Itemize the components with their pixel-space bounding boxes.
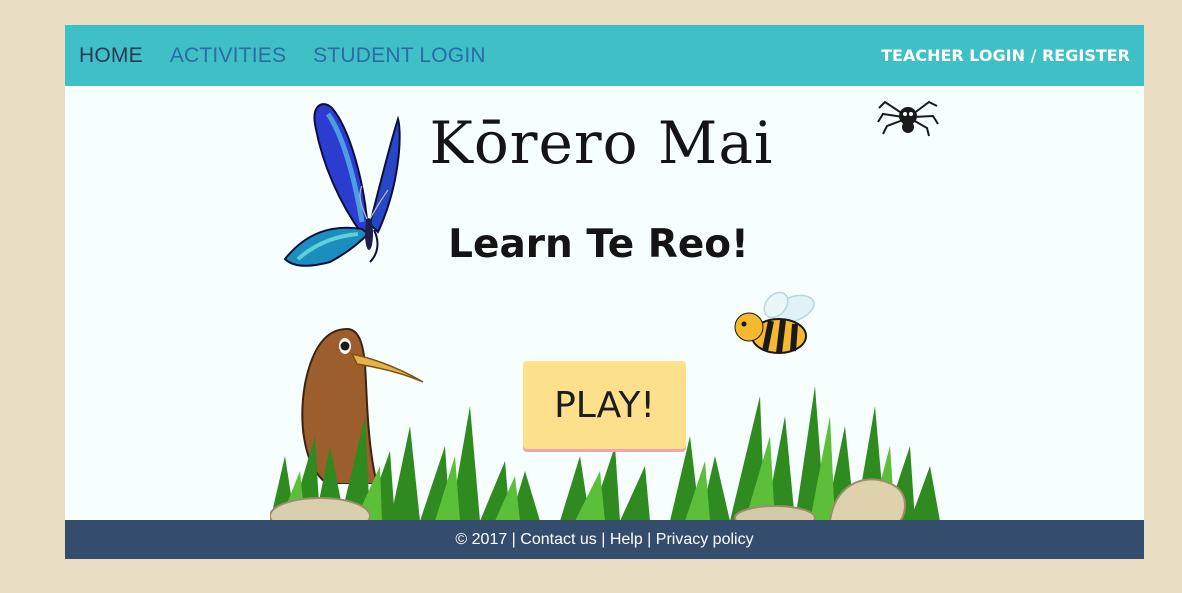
nav-home-link[interactable]: HOME bbox=[79, 44, 143, 68]
footer-separator: | bbox=[507, 530, 521, 548]
footer-help-link[interactable]: Help bbox=[610, 531, 643, 549]
nav-links: HOME ACTIVITIES STUDENT LOGIN bbox=[79, 25, 513, 86]
nav-student-login-link[interactable]: STUDENT LOGIN bbox=[313, 44, 486, 68]
site-frame: HOME ACTIVITIES STUDENT LOGIN TEACHER LO… bbox=[65, 25, 1144, 559]
site-subtitle: Learn Te Reo! bbox=[448, 222, 749, 267]
nav-teacher-login-link[interactable]: TEACHER LOGIN / REGISTER bbox=[881, 25, 1130, 86]
footer-separator: | bbox=[642, 530, 656, 548]
footer-separator: | bbox=[596, 530, 610, 548]
footer-copyright: © 2017 bbox=[455, 530, 508, 548]
bee-illustration bbox=[734, 291, 815, 354]
nav-activities-link[interactable]: ACTIVITIES bbox=[170, 44, 286, 68]
footer-contact-link[interactable]: Contact us bbox=[520, 531, 596, 549]
play-button[interactable]: PLAY! bbox=[523, 361, 686, 449]
navbar: HOME ACTIVITIES STUDENT LOGIN TEACHER LO… bbox=[65, 25, 1144, 86]
footer-privacy-link[interactable]: Privacy policy bbox=[656, 531, 754, 549]
hero-stage: Kōrero Mai Learn Te Reo! PLAY! bbox=[65, 86, 1144, 521]
footer: © 2017 | Contact us | Help | Privacy pol… bbox=[65, 520, 1144, 559]
site-title: Kōrero Mai bbox=[429, 109, 774, 177]
